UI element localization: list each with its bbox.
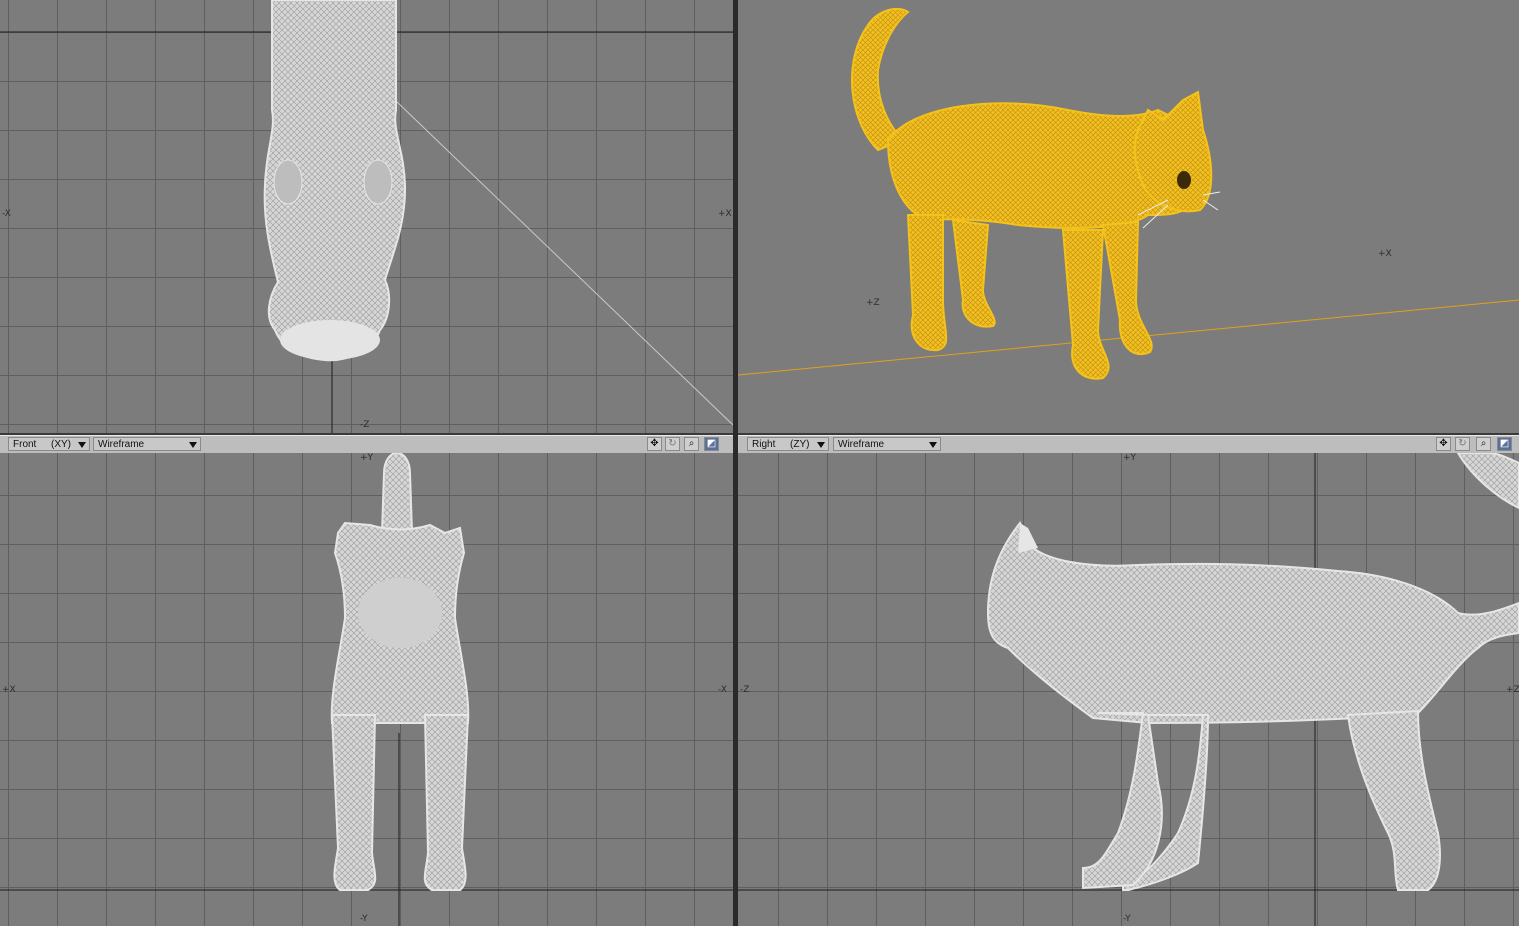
cat-perspective-mesh [851,7,1221,380]
shading-mode: Wireframe [838,439,885,450]
view-name: Front [13,439,37,450]
shading-select-right[interactable]: Wireframe [833,437,941,451]
chevron-down-icon [817,442,825,448]
axis-label-left: -X [2,209,11,219]
zoom-view-icon[interactable]: ⌕ [684,437,699,451]
cat-right-mesh [986,453,1519,891]
front-viewport-header: Front (XY) Wireframe ✥ ↻ ⌕ ◩ [0,435,733,454]
shading-select-front[interactable]: Wireframe [93,437,201,451]
axis-label-top: +Y [360,453,374,463]
chevron-down-icon [929,442,937,448]
zoom-view-icon[interactable]: ⌕ [1476,437,1491,451]
view-select-right[interactable]: Right (ZY) [747,437,829,451]
axis-label-right: +Z [1506,685,1519,695]
axis-label-left: -Z [740,685,750,695]
cat-front-mesh [330,453,470,891]
rotate-view-icon[interactable]: ↻ [665,437,680,451]
chevron-down-icon [189,442,197,448]
front-view-canvas [0,453,733,926]
axis-label-bottom: -Z [360,420,370,430]
axis-label-right: -X [718,685,727,695]
move-view-icon[interactable]: ✥ [647,437,662,451]
right-view-canvas [738,453,1519,926]
axis-label-left: +X [2,685,16,695]
maximize-view-icon[interactable]: ◩ [704,437,719,451]
axis-label-bottom: -Y [360,914,368,924]
view-select-front[interactable]: Front (XY) [8,437,90,451]
axis-label-right: +X [718,209,732,219]
perspective-viewport[interactable]: +X +Z [738,0,1519,433]
top-viewport[interactable]: -X +X -Z [0,0,733,433]
front-viewport[interactable]: +Y -Y +X -X [0,453,733,926]
maximize-view-icon[interactable]: ◩ [1497,437,1512,451]
axis-label-top: +Y [1123,453,1137,463]
axis-label-x: +X [1378,249,1392,259]
axis-label-bottom: -Y [1123,914,1131,924]
axis-label-z: +Z [866,298,880,308]
chevron-down-icon [78,442,86,448]
view-projection: (ZY) [790,439,810,450]
view-name: Right [752,439,776,450]
right-viewport-header: Right (ZY) Wireframe ✥ ↻ ⌕ ◩ [738,435,1519,454]
top-view-canvas [0,0,733,433]
view-projection: (XY) [51,439,71,450]
move-view-icon[interactable]: ✥ [1436,437,1451,451]
perspective-canvas [738,7,1519,380]
shading-mode: Wireframe [98,439,145,450]
right-viewport[interactable]: +Y -Y -Z +Z [738,453,1519,926]
rotate-view-icon[interactable]: ↻ [1455,437,1470,451]
